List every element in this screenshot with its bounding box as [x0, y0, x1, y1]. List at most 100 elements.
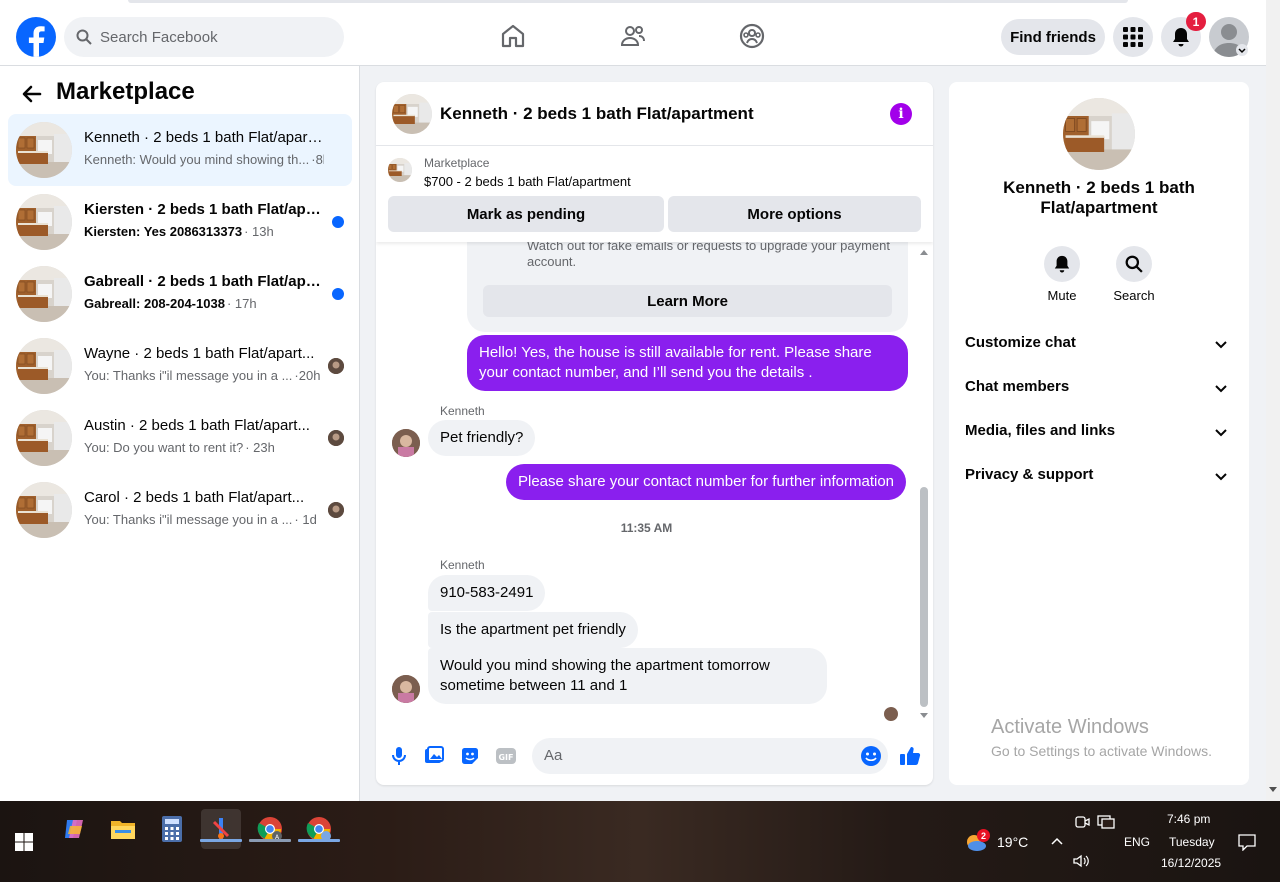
conversation-item[interactable]: Kenneth · 2 beds 1 bath Flat/apart... Ken… — [8, 114, 352, 186]
microphone-icon[interactable] — [388, 745, 410, 767]
chevron-down-icon[interactable] — [1236, 44, 1248, 56]
network-icon[interactable] — [1097, 814, 1115, 830]
listing-item[interactable]: $700 - 2 beds 1 bath Flat/apartment — [424, 174, 631, 189]
conversation-item[interactable]: Carol · 2 beds 1 bath Flat/apart... You: … — [8, 474, 352, 546]
details-section-row[interactable]: Media, files and links — [965, 422, 1235, 446]
home-icon[interactable] — [499, 22, 527, 50]
chevron-down-icon[interactable] — [1213, 468, 1229, 484]
conversation-thumbnail — [16, 482, 72, 538]
learn-more-button[interactable]: Learn More — [483, 285, 892, 317]
conversation-preview: You: Thanks i"il message you in a ... · 1… — [84, 512, 324, 527]
clock-day[interactable]: Tuesday — [1169, 835, 1215, 849]
unread-dot — [332, 216, 344, 228]
chat-title[interactable]: Kenneth · 2 beds 1 bath Flat/apartment — [440, 104, 754, 124]
conversation-preview: Kenneth: Would you mind showing th...·8h — [84, 152, 324, 167]
sticker-icon[interactable] — [459, 745, 481, 767]
conversation-item[interactable]: Gabreall · 2 beds 1 bath Flat/apa... Gabr… — [8, 258, 352, 330]
search-input[interactable]: Search Facebook — [64, 17, 344, 57]
menu-button[interactable] — [1113, 17, 1153, 57]
groups-icon[interactable] — [738, 22, 766, 50]
activate-windows-watermark: Activate Windows Go to Settings to activ… — [991, 716, 1212, 759]
conversation-time: · 13h — [244, 224, 274, 239]
copilot-icon[interactable] — [54, 809, 94, 849]
sender-avatar[interactable] — [392, 429, 420, 457]
clock-time[interactable]: 7:46 pm — [1167, 812, 1210, 826]
mute-button[interactable]: Mute — [1032, 246, 1092, 303]
message-input[interactable]: Aa — [532, 738, 888, 774]
file-explorer-icon[interactable] — [103, 809, 143, 849]
language-indicator[interactable]: ENG — [1124, 835, 1150, 849]
scroll-down-icon[interactable] — [1268, 786, 1278, 794]
scroll-up-icon[interactable] — [919, 248, 929, 256]
incoming-message[interactable]: 910-583-2491 — [428, 575, 546, 611]
chevron-down-icon[interactable] — [1213, 336, 1229, 352]
incoming-message[interactable]: Is the apartment pet friendly — [428, 612, 638, 648]
search-in-chat-button[interactable]: Search — [1104, 246, 1164, 303]
conversation-name: Kenneth · 2 beds 1 bath Flat/apart... — [84, 129, 324, 146]
message-thread: Watch out for fake emails or requests to… — [376, 242, 933, 722]
details-section-row[interactable]: Customize chat — [965, 334, 1235, 358]
incoming-message[interactable]: Pet friendly? — [428, 420, 536, 456]
conversation-preview: You: Do you want to rent it? · 23h — [84, 440, 324, 455]
scroll-down-icon[interactable] — [919, 712, 929, 720]
emoji-icon[interactable] — [860, 745, 882, 767]
outgoing-message[interactable]: Please share your contact number for fur… — [506, 464, 907, 500]
clock-date[interactable]: 16/12/2025 — [1161, 856, 1221, 870]
bell-icon — [1054, 255, 1070, 273]
snipping-tool-icon[interactable] — [201, 809, 241, 849]
active-app-indicator — [200, 839, 242, 842]
listing-small-thumbnail — [388, 158, 412, 182]
chrome-icon[interactable]: A — [250, 809, 290, 849]
conversation-item[interactable]: Kiersten · 2 beds 1 bath Flat/apar... Kie… — [8, 186, 352, 258]
running-app-indicator — [298, 839, 340, 842]
read-receipt-avatar — [884, 707, 898, 721]
volume-icon[interactable] — [1072, 853, 1090, 869]
listing-photo[interactable] — [1063, 98, 1135, 170]
search-label: Search — [1113, 288, 1155, 303]
weather-badge: 2 — [977, 829, 990, 842]
conversation-preview-text: Kiersten: Yes 2086313373 — [84, 224, 243, 239]
top-navigation-bar: Search Facebook Find friends 1 — [0, 0, 1266, 66]
chrome-profile-icon[interactable] — [299, 809, 339, 849]
conversation-time: ·8h — [311, 152, 324, 167]
more-options-button[interactable]: More options — [668, 196, 921, 232]
temperature-text[interactable]: 19°C — [997, 834, 1028, 850]
thumbs-up-icon[interactable] — [899, 745, 921, 767]
windows-start-icon[interactable] — [15, 833, 33, 851]
chat-details-panel: Kenneth · 2 beds 1 bath Flat/apartment M… — [949, 82, 1249, 785]
meet-now-icon[interactable] — [1074, 814, 1090, 830]
friends-icon[interactable] — [619, 22, 647, 50]
conversation-item[interactable]: Austin · 2 beds 1 bath Flat/apart... You:… — [8, 402, 352, 474]
warning-text: Watch out for fake emails or requests to… — [527, 242, 890, 269]
chevron-down-icon[interactable] — [1213, 424, 1229, 440]
conversation-preview: You: Thanks i"il message you in a ... ·20… — [84, 368, 324, 383]
message-composer: GIF Aa — [376, 732, 933, 782]
conversation-thumbnail — [16, 194, 72, 250]
photo-icon[interactable] — [423, 745, 445, 767]
back-arrow-icon[interactable] — [20, 82, 44, 106]
sender-avatar[interactable] — [392, 675, 420, 703]
calculator-icon[interactable] — [152, 809, 192, 849]
message-scrollbar[interactable] — [920, 487, 928, 707]
page-scrollbar[interactable] — [1266, 0, 1280, 801]
info-icon[interactable]: i — [890, 103, 912, 125]
conversation-preview: Gabreall: 208-204-1038 · 17h — [84, 296, 324, 311]
gif-icon[interactable]: GIF — [495, 745, 517, 767]
conversation-name: Kiersten · 2 beds 1 bath Flat/apar... — [84, 201, 324, 218]
details-section-row[interactable]: Chat members — [965, 378, 1235, 402]
notification-center-icon[interactable] — [1238, 833, 1256, 851]
details-section-row[interactable]: Privacy & support — [965, 466, 1235, 490]
find-friends-button[interactable]: Find friends — [1001, 19, 1105, 55]
outgoing-message[interactable]: Hello! Yes, the house is still available… — [467, 335, 908, 391]
chevron-up-icon[interactable] — [1050, 836, 1064, 846]
listing-thumbnail[interactable] — [392, 94, 432, 134]
incoming-message[interactable]: Would you mind showing the apartment tom… — [428, 648, 827, 704]
search-placeholder: Search Facebook — [100, 28, 218, 46]
facebook-logo[interactable] — [16, 17, 56, 57]
conversation-preview-text: You: Do you want to rent it? — [84, 440, 244, 455]
page-title: Marketplace — [56, 78, 195, 105]
chevron-down-icon[interactable] — [1213, 380, 1229, 396]
mark-as-pending-button[interactable]: Mark as pending — [388, 196, 664, 232]
conversation-item[interactable]: Wayne · 2 beds 1 bath Flat/apart... You: … — [8, 330, 352, 402]
listing-banner: Marketplace $700 - 2 beds 1 bath Flat/ap… — [376, 146, 933, 242]
